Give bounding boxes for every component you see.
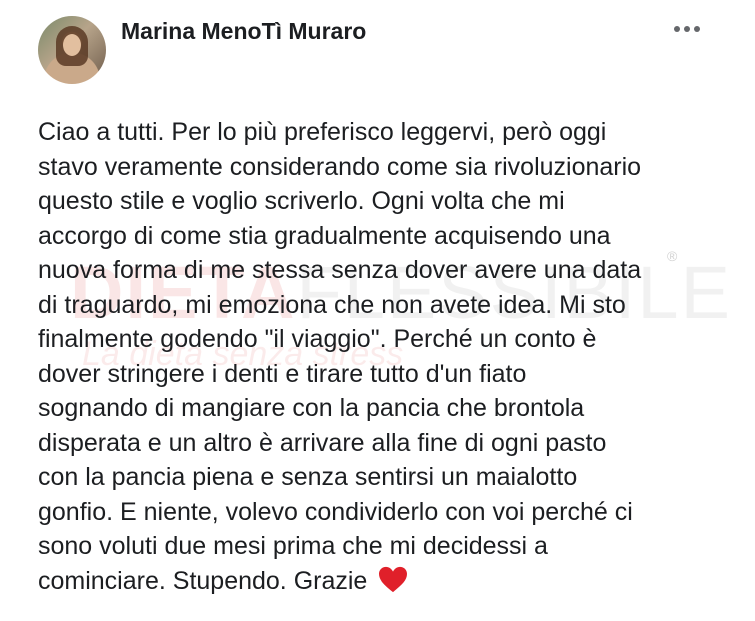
post-line: sognando di mangiare con la pancia che b…	[38, 394, 585, 422]
post-line: di traguardo, mi emoziona che non avete …	[38, 290, 626, 319]
post-line: nuova forma di me stessa senza dover ave…	[38, 256, 642, 284]
post-line-text: cominciare. Stupendo. Grazie	[38, 566, 368, 595]
avatar-face	[63, 34, 81, 56]
author-avatar[interactable]	[38, 16, 106, 84]
post-line: con la pancia piena e senza sentirsi un …	[38, 463, 578, 491]
post-line-last: cominciare. Stupendo. Grazie	[38, 564, 728, 599]
facebook-post: Marina MenoTì Muraro DIETAFLESSIBILE ® L…	[0, 0, 755, 621]
post-line: stavo veramente considerando come sia ri…	[38, 152, 642, 181]
more-horizontal-icon-dot	[694, 26, 700, 32]
post-line: questo stile e voglio scriverlo. Ogni vo…	[38, 187, 565, 215]
post-line: gonfio. E niente, volevo condividerlo co…	[38, 497, 633, 526]
post-line: accorgo di come stia gradualmente acquis…	[38, 221, 611, 250]
author-name[interactable]: Marina MenoTì Muraro	[121, 18, 366, 45]
post-header: Marina MenoTì Muraro	[0, 0, 755, 95]
more-horizontal-icon-dot	[684, 26, 690, 32]
post-body: Ciao a tutti. Per lo più preferisco legg…	[38, 115, 728, 598]
more-horizontal-icon	[674, 26, 680, 32]
post-line: dover stringere i denti e tirare tutto d…	[38, 359, 527, 388]
red-heart-icon	[379, 566, 408, 592]
post-line: finalmente godendo "il viaggio". Perché …	[38, 325, 597, 353]
post-line: sono voluti due mesi prima che mi decide…	[38, 532, 548, 560]
more-options-button[interactable]	[665, 14, 709, 44]
post-line: Ciao a tutti. Per lo più preferisco legg…	[38, 118, 607, 146]
post-line: disperata e un altro è arrivare alla fin…	[38, 428, 607, 457]
